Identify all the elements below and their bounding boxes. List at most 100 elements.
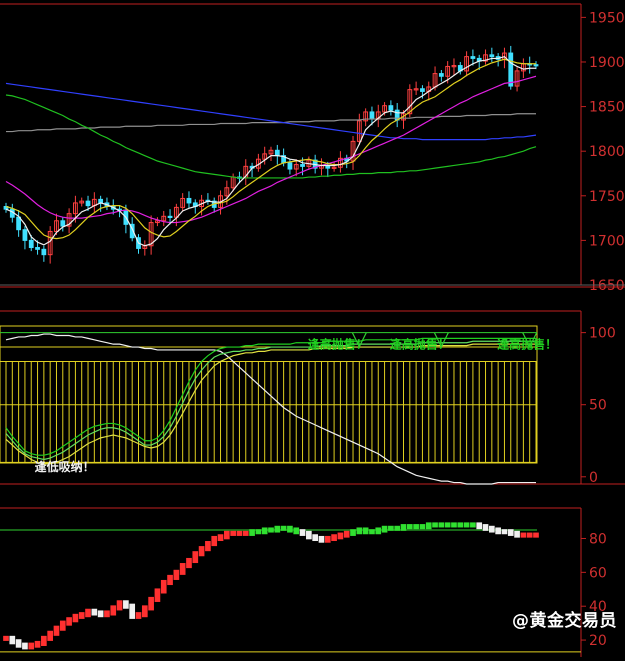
indicator-bar [495,527,501,535]
indicator-bar [438,522,445,528]
indicator-bar [356,527,363,535]
indicator-bar [217,534,224,542]
indicator-bar [110,605,117,616]
indicator-bar [337,532,344,540]
candle-body [388,105,394,111]
indicator-bar [72,613,79,623]
watermark-text: @黄金交易员 [512,611,617,631]
indicator-bar [381,525,388,533]
candle-body [60,220,66,227]
candle-body [438,73,444,77]
indicator-bar [141,605,148,618]
indicator-tick-label: 80 [589,531,607,547]
indicator-bar [388,525,394,531]
indicator-bar [148,596,154,611]
indicator-bar [78,612,85,619]
indicator-bar [104,610,110,618]
indicator-bar [47,630,54,641]
candle-body [274,149,280,157]
kdj-signal-label: 逢高抛售！ [497,336,557,351]
stock-chart: 1950 1900 1850 1800 1750 1700 1650 100 50 0 逢低吸纳！ 逢… [0,3,625,657]
indicator-bar [53,625,60,636]
candle-body [508,52,514,87]
indicator-bar [154,588,161,602]
indicator-bar [362,527,369,535]
indicator-bar [507,529,514,536]
indicator-bar [116,600,123,611]
price-tick-label: 1800 [589,144,625,160]
indicator-bar [129,603,136,619]
kdj-tick-label: 100 [589,326,616,342]
indicator-bar [41,635,47,646]
indicator-bar [223,530,230,540]
indicator-bar [419,524,426,530]
kdj-tick-label: 50 [589,398,607,414]
indicator-bar [255,529,262,535]
candle-body [369,111,375,119]
indicator-bar [375,527,382,535]
indicator-bar [413,524,419,530]
indicator-bar [236,530,243,536]
indicator-bar [59,620,66,631]
indicator-bar [280,525,287,531]
candle-body [470,56,476,59]
indicator-bar [261,527,268,535]
indicator-bar [394,525,401,531]
indicator-bar [482,524,489,531]
indicator-bar [135,612,142,619]
candle-body [300,164,305,167]
indicator-bar [160,579,167,594]
indicator-bar [274,525,281,533]
indicator-bar [85,608,91,618]
indicator-bar [476,522,483,530]
indicator-bar [451,522,457,528]
candle-body [533,64,539,67]
price-tick-label: 1650 [589,278,625,294]
indicator-bar [400,524,407,531]
indicator-bar [230,530,236,536]
candle-body [28,239,34,249]
ma120-line [5,82,537,141]
indicator-bar [123,600,129,609]
indicator-bar [432,522,438,528]
indicator-bar [205,541,211,552]
indicator-bar [91,608,98,616]
indicator-bar [318,535,325,543]
price-tick-label: 1750 [589,189,625,205]
indicator-bar [520,532,527,538]
indicator-bar [331,534,337,542]
indicator-bar [350,529,356,536]
indicator-bar [242,530,249,536]
kdj-tick-label: 0 [589,470,598,486]
ma250-line [6,113,536,133]
indicator-tick-label: 20 [589,633,607,649]
indicator-bar [198,546,205,557]
candle-body [41,248,47,256]
indicator-bar [533,532,539,538]
indicator-bar [470,522,476,528]
candle-body [186,197,192,204]
indicator-bar [514,530,520,538]
indicator-tick-label: 60 [589,565,607,581]
indicator-bar [501,529,508,535]
candle-body [167,215,173,219]
indicator-bar [488,525,495,533]
indicator-bar [66,617,72,626]
indicator-bar [167,574,173,586]
indicator-bar [324,535,331,543]
indicator-bar [406,524,413,530]
indicator-bar [369,529,375,535]
indicator-bar [15,639,22,648]
candle-body [287,162,293,170]
indicator-bar [306,530,312,540]
indicator-bar [22,642,28,650]
indicator-bar [299,529,306,536]
kdj-signal-label: 逢高抛售！ [308,336,368,351]
candle-body [16,216,22,231]
indicator-bar [526,532,533,538]
indicator-bar [463,522,470,528]
candle-body [22,229,28,241]
indicator-bar [211,535,218,547]
indicator-bar [249,529,255,536]
candle-body [420,88,425,92]
